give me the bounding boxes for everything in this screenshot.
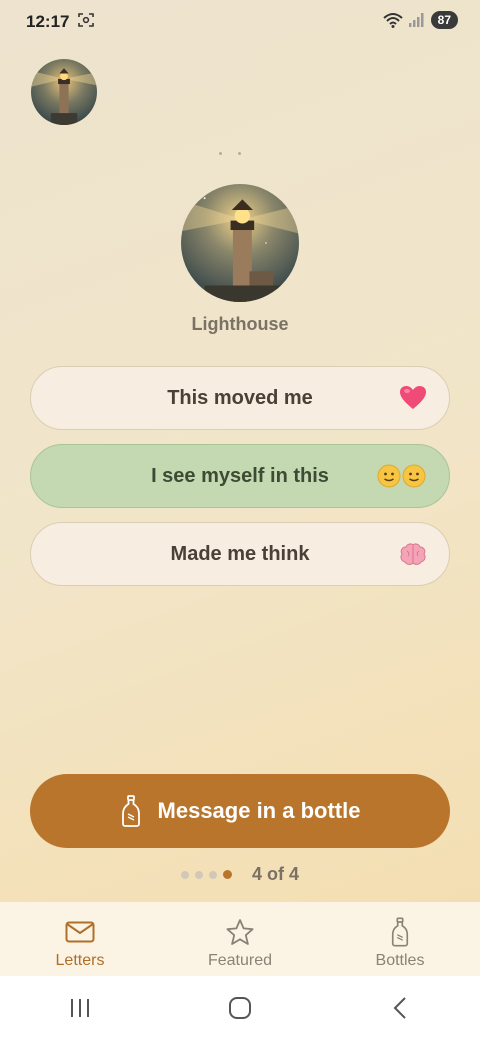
wifi-icon bbox=[382, 13, 403, 28]
envelope-icon bbox=[65, 916, 95, 948]
bottle-icon bbox=[121, 795, 140, 827]
page-dot-active[interactable] bbox=[222, 870, 232, 879]
page-dot[interactable] bbox=[194, 870, 203, 879]
lighthouse-image bbox=[31, 59, 97, 125]
smiley-faces-icon bbox=[377, 463, 427, 489]
reaction-made-think-button[interactable]: Made me think bbox=[30, 522, 450, 586]
nav-item-featured[interactable]: Featured bbox=[160, 902, 320, 976]
signal-icon bbox=[408, 13, 424, 27]
author-avatar bbox=[181, 184, 299, 302]
status-icons: 87 bbox=[382, 11, 458, 29]
home-button[interactable] bbox=[220, 988, 260, 1028]
recent-apps-button[interactable] bbox=[60, 988, 100, 1028]
reaction-label: Made me think bbox=[170, 542, 310, 565]
author-name: Lighthouse bbox=[191, 314, 289, 334]
reaction-label: This moved me bbox=[167, 386, 313, 409]
nav-label: Letters bbox=[55, 952, 105, 969]
page-dot[interactable] bbox=[180, 870, 189, 879]
brain-icon bbox=[399, 542, 427, 566]
nav-item-letters[interactable]: Letters bbox=[0, 902, 160, 976]
system-nav-bar bbox=[0, 976, 480, 1040]
status-bar: 12:17 87 bbox=[0, 0, 480, 44]
nav-label: Bottles bbox=[375, 952, 425, 969]
recent-apps-icon bbox=[71, 999, 89, 1017]
page-indicator: 4 of 4 bbox=[0, 864, 480, 885]
nav-item-bottles[interactable]: Bottles bbox=[320, 902, 480, 976]
page-dot[interactable] bbox=[208, 870, 217, 879]
nav-label: Featured bbox=[207, 952, 273, 969]
cta-label: Message in a bottle bbox=[157, 798, 361, 823]
battery-indicator: 87 bbox=[430, 11, 458, 29]
bottom-nav: Letters Featured Bottles bbox=[0, 902, 480, 976]
home-icon bbox=[229, 997, 251, 1019]
decorative-dots bbox=[219, 152, 241, 155]
lighthouse-image bbox=[181, 184, 299, 302]
star-icon bbox=[225, 916, 255, 948]
back-button[interactable] bbox=[380, 988, 420, 1028]
back-icon bbox=[393, 997, 406, 1019]
message-in-bottle-button[interactable]: Message in a bottle bbox=[30, 774, 450, 848]
reaction-see-myself-button[interactable]: I see myself in this bbox=[30, 444, 450, 508]
reaction-moved-me-button[interactable]: This moved me bbox=[30, 366, 450, 430]
heart-icon bbox=[399, 385, 427, 411]
user-avatar[interactable] bbox=[31, 59, 97, 125]
bottle-icon bbox=[385, 916, 415, 948]
status-time: 12:17 bbox=[26, 12, 70, 31]
page-count-label: 4 of 4 bbox=[251, 864, 299, 884]
reaction-label: I see myself in this bbox=[151, 464, 329, 487]
screenshot-icon bbox=[78, 13, 94, 27]
